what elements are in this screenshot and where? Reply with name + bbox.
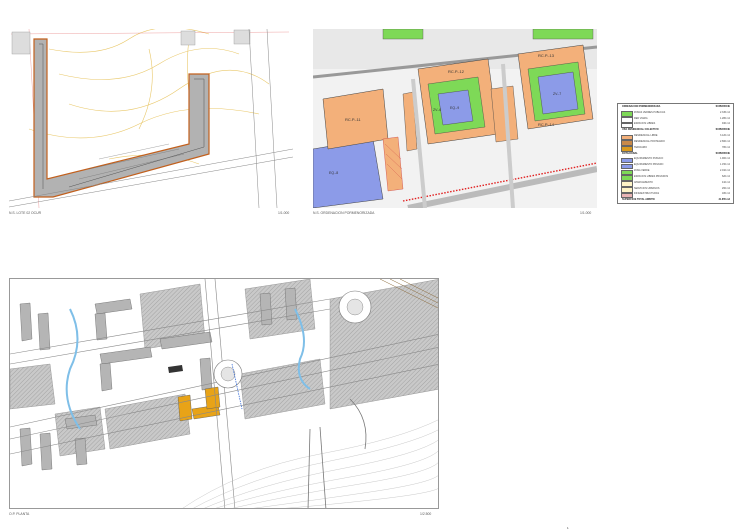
legend-label: RESIDENCIAL PROTEGIDO <box>634 139 665 143</box>
plot-label-d: RC.P.-14 <box>538 122 555 127</box>
legend-value: SUPERFICIE <box>715 105 730 108</box>
legend-row: ZONAS VERDES PUBLICAS 2.345 m2 <box>618 110 733 117</box>
sheet-2-caption-right: 1/1.000 <box>580 211 592 215</box>
sheet-3-caption-right: 1/2.500 <box>420 512 432 516</box>
legend-label: DOTACIONAL <box>622 151 638 155</box>
plan-sheet-1 <box>9 29 293 208</box>
legend-row: ZONA VERDE 2.010 m2 <box>618 169 733 176</box>
legend-label: ORDENACION PORMENORIZADA <box>622 105 661 108</box>
equip-label-1: EQ.-8 <box>329 171 338 175</box>
legend-value: 2.345 m2 <box>720 110 730 114</box>
legend-value: 2.660 m2 <box>720 139 730 143</box>
legend-table: ORDENACION PORMENORIZADA SUPERFICIE ZONAS … <box>617 103 734 204</box>
legend-row: ESPACIOS LIBRES PRIVADOS 620 m2 <box>618 174 733 181</box>
legend-value: 3.120 m2 <box>720 134 730 138</box>
legend-row: APARCAMIENTO 410 m2 <box>618 180 733 187</box>
legend-row: SUPERFICIE TOTAL AMBITO 21.655 m2 <box>618 198 733 203</box>
legend-row: USO RESIDENCIAL COLECTIVO SUPERFICIE <box>618 128 733 133</box>
legend-label: ZONAS VERDES PUBLICAS <box>634 110 666 114</box>
legend-row: ORDENACION PORMENORIZADA SUPERFICIE <box>618 105 733 110</box>
legend-label: EQUIPAMIENTO PUBLICO <box>634 157 664 161</box>
plot-label-c: RC.P.-13 <box>538 53 555 58</box>
legend-row: RESIDENCIAL PROTEGIDO 2.660 m2 <box>618 139 733 146</box>
legend-label: USO RESIDENCIAL COLECTIVO <box>622 128 659 132</box>
legend-value: 1.900 m2 <box>720 157 730 161</box>
legend-label: RED VIARIA <box>634 116 648 120</box>
plan-sheet-3 <box>9 278 439 509</box>
legend-value: SUPERFICIE <box>715 128 730 132</box>
legend-label: ESPACIOS LIBRES PRIVADOS <box>634 174 669 178</box>
sheet-1-caption-left: N.S. LOTE 02 OCUR <box>9 211 42 215</box>
legend-label: EQUIPAMIENTO PRIVADO <box>634 163 664 167</box>
legend-value: 180 m2 <box>722 192 730 196</box>
legend-row: RED VIARIA 1.280 m2 <box>618 116 733 123</box>
sheet-2-caption-left: N.S. ORDENACION PORMENORIZADA <box>313 211 375 215</box>
sheet-3-caption-left: O.P. PLANTA <box>9 512 30 516</box>
legend-label: ESPACIOS LIBRES <box>634 122 656 126</box>
legend-label: ZONA VERDE <box>634 169 650 173</box>
survey-plan-drawing <box>9 29 293 208</box>
legend-label: TERCIARIO <box>634 145 648 149</box>
legend-row: DOTACIONAL SUPERFICIE <box>618 152 733 157</box>
legend-row: EQUIPAMIENTO PRIVADO 1.150 m2 <box>618 163 733 170</box>
plot-label-b: RC.P.-12 <box>448 69 465 74</box>
legend-value: 260 m2 <box>722 186 730 190</box>
equip-label-2: EQ.-9 <box>450 106 459 110</box>
green-label-1: ZV.-6 <box>433 108 441 112</box>
legend-label: SUPERFICIE TOTAL AMBITO <box>622 198 655 202</box>
legend-row: RESIDENCIAL LIBRE 3.120 m2 <box>618 134 733 141</box>
plan-sheet-2: RC.P.-11 RC.P.-12 RC.P.-13 RC.P.-14 ZV.-… <box>313 29 597 208</box>
green-label-2: ZV.-7 <box>553 92 561 96</box>
legend-row: EQUIPAMIENTO PUBLICO 1.900 m2 <box>618 157 733 164</box>
legend-value: 21.655 m2 <box>718 198 730 202</box>
legend-value: 410 m2 <box>722 180 730 184</box>
legend-label: INFRAESTRUCTURAS <box>634 192 660 196</box>
legend-row: TERCIARIO 780 m2 <box>618 145 733 152</box>
sheet-1-caption-right: 1/1.000 <box>278 211 290 215</box>
area-plan-drawing <box>10 279 438 508</box>
legend-row: INFRAESTRUCTURAS 180 m2 <box>618 192 733 199</box>
plot-label-a: RC.P.-11 <box>345 117 361 122</box>
page-number: 1 <box>567 526 569 530</box>
legend-value: SUPERFICIE <box>715 151 730 155</box>
legend-value: 2.010 m2 <box>720 169 730 173</box>
legend-label: APARCAMIENTO <box>634 180 653 184</box>
legend-value: 1.280 m2 <box>720 116 730 120</box>
legend-label: SERVICIOS URBANOS <box>634 186 660 190</box>
legend-value: 940 m2 <box>722 122 730 126</box>
legend-value: 780 m2 <box>722 145 730 149</box>
legend-value: 620 m2 <box>722 174 730 178</box>
legend-value: 1.150 m2 <box>720 163 730 167</box>
legend-label: RESIDENCIAL LIBRE <box>634 134 658 138</box>
zoning-plan-drawing: RC.P.-11 RC.P.-12 RC.P.-13 RC.P.-14 ZV.-… <box>313 29 597 208</box>
legend-row: SERVICIOS URBANOS 260 m2 <box>618 186 733 193</box>
legend-row: ESPACIOS LIBRES 940 m2 <box>618 122 733 129</box>
